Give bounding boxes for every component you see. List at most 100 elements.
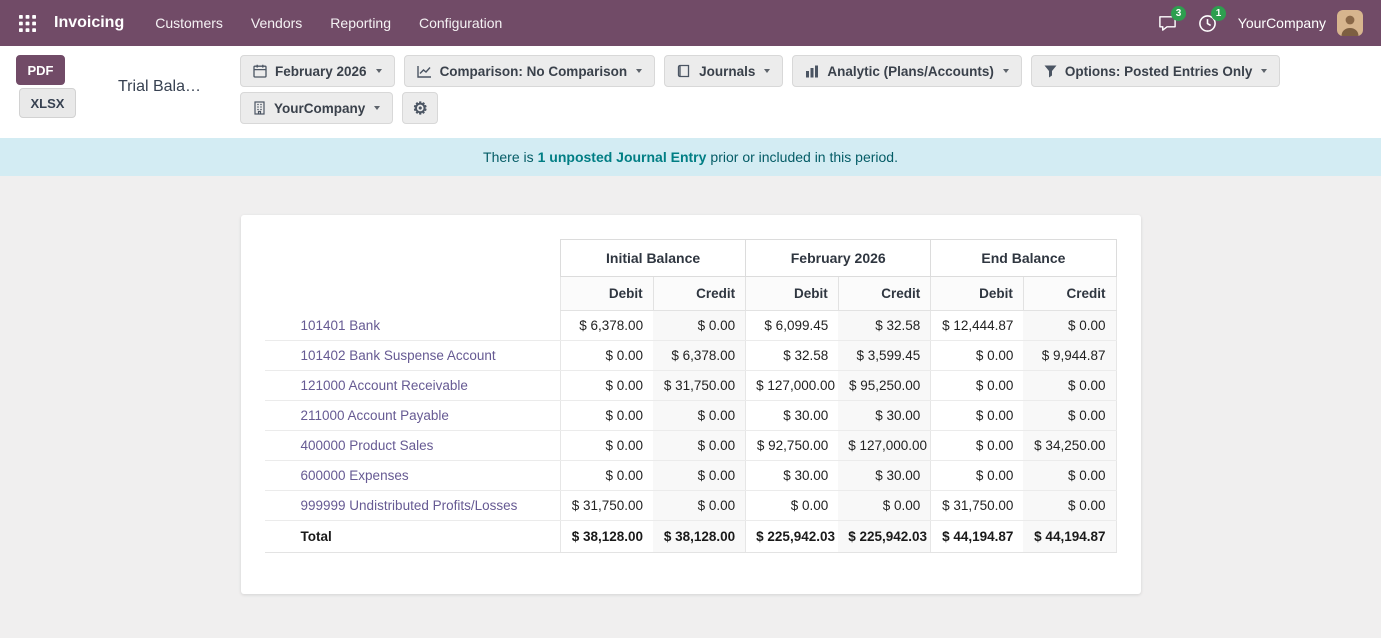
cell-value: $ 0.00	[561, 461, 654, 491]
sub-header-row: Debit Credit Debit Credit Debit Credit	[265, 277, 1117, 311]
cell-value: $ 6,378.00	[561, 311, 654, 341]
filter-funnel-icon	[1044, 65, 1057, 78]
cell-value: $ 0.00	[1023, 461, 1116, 491]
messages-button[interactable]: 3	[1150, 5, 1186, 41]
table-row: 211000 Account Payable $ 0.00 $ 0.00 $ 3…	[265, 401, 1117, 431]
account-link[interactable]: 101401 Bank	[301, 318, 381, 333]
company-filter-label: YourCompany	[274, 101, 365, 116]
account-link[interactable]: 400000 Product Sales	[301, 438, 434, 453]
chevron-down-icon	[374, 106, 380, 110]
banner-text-after: prior or included in this period.	[710, 149, 898, 165]
cell-value: $ 3,599.45	[838, 341, 931, 371]
column-group-initial-balance: Initial Balance	[561, 240, 746, 277]
cell-value: $ 0.00	[653, 431, 746, 461]
table-row: 400000 Product Sales $ 0.00 $ 0.00 $ 92,…	[265, 431, 1117, 461]
cell-value: $ 0.00	[931, 341, 1024, 371]
table-row: 101402 Bank Suspense Account $ 0.00 $ 6,…	[265, 341, 1117, 371]
journals-filter-label: Journals	[699, 64, 755, 79]
cell-value: $ 0.00	[746, 491, 839, 521]
cell-value: $ 0.00	[931, 461, 1024, 491]
main-menu: Customers Vendors Reporting Configuratio…	[144, 8, 513, 38]
column-header-credit: Credit	[838, 277, 931, 311]
cell-value: $ 0.00	[931, 401, 1024, 431]
apps-menu-button[interactable]	[10, 6, 44, 40]
page-title: Trial Bala…	[118, 78, 201, 96]
chevron-down-icon	[1261, 69, 1267, 73]
control-panel: PDF XLSX Trial Bala… February 2026 Compa…	[0, 46, 1381, 138]
company-name: YourCompany	[1238, 15, 1326, 31]
cell-value: $ 12,444.87	[931, 311, 1024, 341]
account-link[interactable]: 999999 Undistributed Profits/Losses	[301, 498, 518, 513]
apps-grid-icon	[19, 15, 36, 32]
unposted-entries-link[interactable]: 1 unposted Journal Entry	[538, 149, 707, 165]
trial-balance-table: Initial Balance February 2026 End Balanc…	[265, 239, 1117, 553]
cell-value: $ 127,000.00	[746, 371, 839, 401]
cell-value: $ 0.00	[561, 401, 654, 431]
content-area: Initial Balance February 2026 End Balanc…	[0, 176, 1381, 594]
cell-value: $ 31,750.00	[561, 491, 654, 521]
total-value: $ 44,194.87	[1023, 521, 1116, 553]
column-header-debit: Debit	[931, 277, 1024, 311]
total-value: $ 38,128.00	[653, 521, 746, 553]
bar-chart-icon	[805, 65, 819, 78]
column-header-credit: Credit	[653, 277, 746, 311]
activities-button[interactable]: 1	[1190, 5, 1226, 41]
user-menu-button[interactable]: YourCompany	[1230, 10, 1371, 36]
column-header-debit: Debit	[746, 277, 839, 311]
menu-item-customers[interactable]: Customers	[144, 8, 234, 38]
chevron-down-icon	[1003, 69, 1009, 73]
column-group-end-balance: End Balance	[931, 240, 1116, 277]
column-header-credit: Credit	[1023, 277, 1116, 311]
cell-value: $ 0.00	[653, 401, 746, 431]
account-link[interactable]: 101402 Bank Suspense Account	[301, 348, 496, 363]
cell-value: $ 95,250.00	[838, 371, 931, 401]
period-filter-button[interactable]: February 2026	[240, 55, 395, 87]
filter-row-1: February 2026 Comparison: No Comparison …	[240, 55, 1280, 87]
total-label: Total	[265, 521, 561, 553]
control-panel-left: PDF XLSX Trial Bala…	[16, 55, 240, 118]
analytic-filter-label: Analytic (Plans/Accounts)	[827, 64, 994, 79]
column-group-period: February 2026	[746, 240, 931, 277]
table-row: 999999 Undistributed Profits/Losses $ 31…	[265, 491, 1117, 521]
table-row: 101401 Bank $ 6,378.00 $ 0.00 $ 6,099.45…	[265, 311, 1117, 341]
period-filter-label: February 2026	[275, 64, 367, 79]
menu-item-vendors[interactable]: Vendors	[240, 8, 313, 38]
top-navbar: Invoicing Customers Vendors Reporting Co…	[0, 0, 1381, 46]
options-filter-button[interactable]: Options: Posted Entries Only	[1031, 55, 1281, 87]
xlsx-button[interactable]: XLSX	[19, 88, 76, 118]
total-value: $ 38,128.00	[561, 521, 654, 553]
table-row: 121000 Account Receivable $ 0.00 $ 31,75…	[265, 371, 1117, 401]
analytic-filter-button[interactable]: Analytic (Plans/Accounts)	[792, 55, 1022, 87]
total-value: $ 44,194.87	[931, 521, 1024, 553]
cell-value: $ 0.00	[1023, 371, 1116, 401]
column-header-debit: Debit	[561, 277, 654, 311]
options-filter-label: Options: Posted Entries Only	[1065, 64, 1253, 79]
company-filter-button[interactable]: YourCompany	[240, 92, 393, 124]
export-buttons: PDF XLSX	[16, 55, 76, 118]
report-settings-button[interactable]: ⚙	[402, 92, 438, 124]
menu-item-reporting[interactable]: Reporting	[319, 8, 402, 38]
cell-value: $ 0.00	[561, 371, 654, 401]
report-filters: February 2026 Comparison: No Comparison …	[240, 55, 1280, 124]
info-banner: There is1 unposted Journal Entryprior or…	[0, 138, 1381, 176]
app-name[interactable]: Invoicing	[54, 14, 124, 32]
cell-value: $ 0.00	[1023, 401, 1116, 431]
activities-badge: 1	[1211, 6, 1226, 21]
total-value: $ 225,942.03	[838, 521, 931, 553]
menu-item-configuration[interactable]: Configuration	[408, 8, 513, 38]
cell-value: $ 92,750.00	[746, 431, 839, 461]
cell-value: $ 32.58	[746, 341, 839, 371]
pdf-button[interactable]: PDF	[16, 55, 65, 85]
account-link[interactable]: 211000 Account Payable	[301, 408, 449, 423]
account-link[interactable]: 600000 Expenses	[301, 468, 409, 483]
cell-value: $ 31,750.00	[931, 491, 1024, 521]
cell-value: $ 0.00	[931, 431, 1024, 461]
journals-filter-button[interactable]: Journals	[664, 55, 783, 87]
chevron-down-icon	[764, 69, 770, 73]
cell-value: $ 30.00	[838, 401, 931, 431]
comparison-filter-button[interactable]: Comparison: No Comparison	[404, 55, 656, 87]
account-link[interactable]: 121000 Account Receivable	[301, 378, 468, 393]
table-row: 600000 Expenses $ 0.00 $ 0.00 $ 30.00 $ …	[265, 461, 1117, 491]
messages-badge: 3	[1171, 6, 1186, 21]
chevron-down-icon	[636, 69, 642, 73]
